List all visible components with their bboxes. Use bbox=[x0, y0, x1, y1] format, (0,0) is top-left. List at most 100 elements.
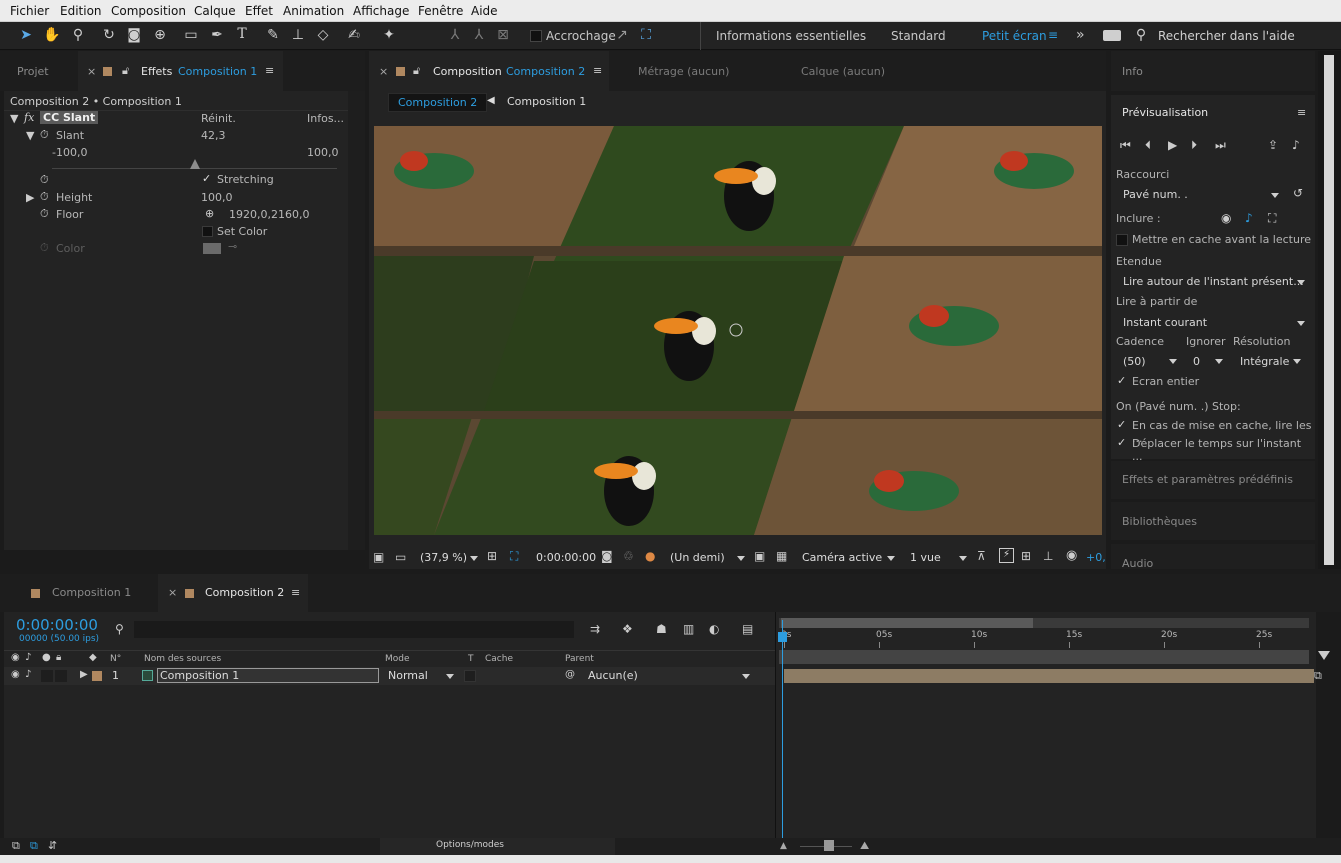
motion-blur-icon[interactable]: ◐ bbox=[709, 622, 719, 636]
libraries-panel[interactable]: Bibliothèques bbox=[1111, 502, 1315, 540]
views-select[interactable]: 1 vue bbox=[910, 551, 941, 564]
snapshot-camera-icon[interactable]: ◙ bbox=[601, 549, 613, 563]
stopwatch-icon[interactable]: ⏱ bbox=[40, 190, 49, 204]
channels-icon[interactable]: ● bbox=[645, 549, 655, 563]
pick-whip-icon[interactable]: @ bbox=[565, 669, 575, 680]
zoom-in-icon[interactable]: ⛰ bbox=[860, 839, 869, 853]
draft-3d-icon[interactable]: ❖ bbox=[622, 622, 633, 636]
next-frame-icon[interactable]: ⏵ bbox=[1191, 138, 1197, 153]
panel-menu-icon[interactable]: ≡ bbox=[265, 64, 274, 78]
first-frame-icon[interactable]: ⏮ bbox=[1120, 138, 1131, 153]
lock-icon[interactable]: 🔒︎ bbox=[56, 652, 61, 663]
search-icon[interactable]: ⚲ bbox=[1132, 27, 1150, 43]
timeline-icon[interactable]: ⊞ bbox=[1021, 549, 1031, 563]
camera-tool-icon[interactable]: ◙ bbox=[125, 27, 143, 43]
track-matte-toggle[interactable] bbox=[464, 670, 476, 682]
zoom-tool-icon[interactable]: ⚲ bbox=[69, 27, 87, 43]
grid-icon[interactable]: ⊞ bbox=[487, 549, 497, 563]
layer-search-input[interactable] bbox=[134, 621, 574, 638]
slant-slider-thumb[interactable] bbox=[189, 159, 200, 169]
camera-select[interactable]: Caméra active bbox=[802, 551, 882, 564]
search-icon[interactable]: ⚲ bbox=[115, 622, 124, 636]
hand-tool-icon[interactable]: ✋ bbox=[43, 27, 61, 43]
cache-before-checkbox[interactable] bbox=[1116, 234, 1128, 246]
right-scrollbar[interactable] bbox=[1318, 51, 1341, 569]
layer-label-color[interactable] bbox=[92, 671, 102, 681]
eye-icon[interactable]: ◉ bbox=[1221, 211, 1231, 225]
expand-triangle-icon[interactable]: ▼ bbox=[10, 112, 18, 125]
solo-icon[interactable]: ● bbox=[42, 652, 51, 663]
pan-behind-tool-icon[interactable]: ⊕ bbox=[151, 27, 169, 43]
comp-preview-image[interactable] bbox=[374, 126, 1102, 535]
shortcut-select[interactable]: Pavé num. . bbox=[1123, 188, 1188, 201]
axis-world-icon[interactable]: ⅄ bbox=[470, 27, 488, 43]
axis-local-icon[interactable]: ⅄ bbox=[446, 27, 464, 43]
tab-project[interactable]: Projet bbox=[17, 65, 49, 79]
fullscreen-checkbox[interactable]: ✓ bbox=[1117, 374, 1126, 387]
stopwatch-icon[interactable]: ⏱ bbox=[40, 128, 49, 142]
menu-fichier[interactable]: Fichier bbox=[10, 4, 49, 18]
col-source-name[interactable]: Nom des sources bbox=[144, 654, 221, 664]
layer-name[interactable]: Composition 1 bbox=[157, 668, 379, 683]
snap-edges-icon[interactable]: ↗ bbox=[613, 27, 631, 43]
play-from-select[interactable]: Instant courant bbox=[1123, 316, 1207, 329]
last-frame-icon[interactable]: ⏭ bbox=[1215, 138, 1226, 153]
audio-panel[interactable]: Audio bbox=[1111, 544, 1315, 570]
play-icon[interactable]: ▶ bbox=[1168, 138, 1177, 152]
clone-stamp-tool-icon[interactable]: ⊥ bbox=[289, 27, 307, 43]
exposure-value[interactable]: +0, bbox=[1086, 551, 1106, 564]
graph-editor-icon[interactable]: ▤ bbox=[742, 622, 753, 636]
loop-icon[interactable]: ⇪ bbox=[1268, 138, 1278, 152]
transparency-grid-icon[interactable]: ▦ bbox=[776, 549, 787, 563]
time-navigator[interactable] bbox=[779, 618, 1309, 628]
mode-select[interactable]: Normal bbox=[388, 669, 428, 682]
zoom-slider-thumb[interactable] bbox=[824, 840, 834, 851]
in-out-icon[interactable]: ⇵ bbox=[48, 839, 57, 852]
zoom-select[interactable]: (37,9 %) bbox=[420, 551, 467, 564]
menu-composition[interactable]: Composition bbox=[111, 4, 186, 18]
scrollbar[interactable] bbox=[348, 91, 365, 550]
menu-aide[interactable]: Aide bbox=[471, 4, 498, 18]
puppet-pin-tool-icon[interactable]: ✦ bbox=[380, 27, 398, 43]
zoom-out-icon[interactable]: ▲ bbox=[780, 841, 787, 851]
transfer-controls-icon[interactable]: ⧉ bbox=[30, 839, 38, 853]
overlay-icon[interactable]: ⛶ bbox=[1268, 211, 1276, 226]
chevron-down-icon[interactable] bbox=[1215, 359, 1223, 364]
chevron-down-icon[interactable] bbox=[1293, 359, 1301, 364]
brush-tool-icon[interactable]: ✎ bbox=[264, 27, 282, 43]
timeline-timecode[interactable]: 0:00:00:00 bbox=[16, 616, 98, 634]
skip-select[interactable]: 0 bbox=[1193, 355, 1200, 368]
workspace-essentials[interactable]: Informations essentielles bbox=[716, 29, 866, 43]
close-icon[interactable]: × bbox=[379, 65, 388, 79]
chevron-down-icon[interactable] bbox=[1271, 193, 1279, 198]
time-ruler[interactable]: 0s05s10s15s20s25s bbox=[779, 630, 1309, 650]
lock-toggle[interactable] bbox=[55, 670, 67, 682]
menu-affichage[interactable]: Affichage bbox=[353, 4, 409, 18]
parent-select[interactable]: Aucun(e) bbox=[588, 669, 638, 682]
snapping-checkbox[interactable] bbox=[530, 30, 542, 42]
pen-tool-icon[interactable]: ✒ bbox=[208, 27, 226, 43]
layer-switches-icon[interactable]: ⧉ bbox=[12, 839, 20, 853]
viewer-timecode[interactable]: 0:00:00:00 bbox=[536, 551, 596, 564]
video-switch-icon[interactable]: ◉ bbox=[11, 652, 20, 663]
audio-switch-icon[interactable]: ♪ bbox=[25, 652, 31, 663]
menu-animation[interactable]: Animation bbox=[283, 4, 344, 18]
toggle-pixel-aspect-icon[interactable]: ⊼ bbox=[977, 549, 986, 563]
resolution-select[interactable]: Intégrale bbox=[1240, 355, 1289, 368]
workspace-more-button[interactable]: » bbox=[1076, 27, 1085, 43]
text-tool-icon[interactable]: T bbox=[233, 26, 251, 42]
mask-visibility-icon[interactable]: ⛶ bbox=[510, 549, 518, 564]
tab-composition-1[interactable]: Composition 1 bbox=[52, 586, 131, 600]
video-toggle-icon[interactable]: ◉ bbox=[11, 669, 20, 680]
infos-link[interactable]: Infos... bbox=[307, 112, 344, 125]
chevron-down-icon[interactable] bbox=[959, 556, 967, 561]
always-preview-icon[interactable]: ▣ bbox=[373, 550, 384, 564]
stopwatch-icon[interactable]: ⏱ bbox=[40, 173, 49, 187]
panel-menu-icon[interactable]: ≡ bbox=[291, 586, 300, 600]
mute-audio-icon[interactable]: ♪ bbox=[1292, 138, 1300, 152]
close-icon[interactable]: × bbox=[168, 586, 177, 600]
reset-icon[interactable]: ↺ bbox=[1293, 186, 1303, 200]
stretching-checkbox[interactable]: ✓ bbox=[202, 172, 211, 185]
region-of-interest-icon[interactable]: ▣ bbox=[754, 549, 765, 563]
rectangle-tool-icon[interactable]: ▭ bbox=[182, 27, 200, 43]
